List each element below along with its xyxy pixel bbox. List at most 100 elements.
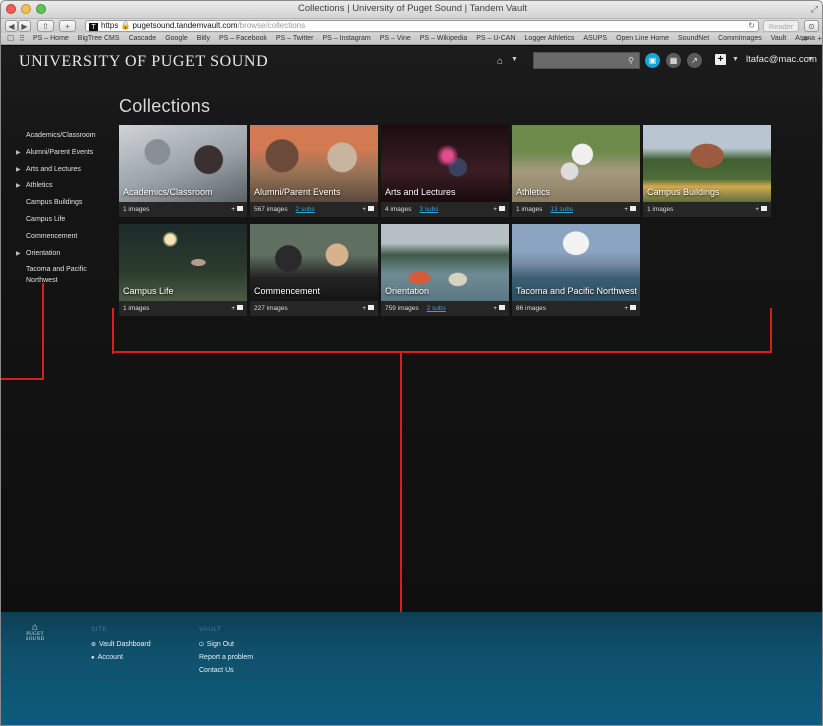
more-bookmarks-icon[interactable]: ≫ bbox=[802, 34, 810, 43]
photo-view-icon[interactable]: ▣ bbox=[645, 53, 660, 68]
grid-icon[interactable] bbox=[499, 305, 505, 310]
sidebar-item[interactable]: ▶ Orientation bbox=[13, 246, 113, 263]
search-input[interactable] bbox=[534, 55, 639, 71]
sidebar-item[interactable]: ▶ Alumni/Parent Events bbox=[13, 145, 113, 162]
bookmark-item[interactable]: Bitly bbox=[197, 35, 210, 42]
add-icon[interactable]: + bbox=[755, 206, 759, 213]
grid-icon[interactable] bbox=[368, 206, 374, 211]
collection-tile[interactable]: Commencement 227 images + bbox=[250, 224, 378, 316]
tile-actions[interactable]: + bbox=[755, 202, 767, 217]
brand-logo[interactable]: UNIVERSITY OF PUGET SOUND bbox=[19, 53, 268, 71]
report-problem-link[interactable]: Report a problem bbox=[199, 654, 253, 661]
reading-list-icon[interactable]: ☐ bbox=[7, 34, 14, 43]
tile-actions[interactable]: + bbox=[624, 301, 636, 316]
collection-thumbnail[interactable]: Arts and Lectures bbox=[381, 125, 509, 202]
add-icon[interactable]: + bbox=[493, 206, 497, 213]
grid-icon[interactable] bbox=[237, 206, 243, 211]
add-icon[interactable]: + bbox=[231, 305, 235, 312]
vault-dashboard-link[interactable]: ⊛ Vault Dashboard bbox=[91, 641, 151, 648]
tile-actions[interactable]: + bbox=[362, 202, 374, 217]
grid-icon[interactable] bbox=[368, 305, 374, 310]
bookmark-item[interactable]: PS – Facebook bbox=[219, 35, 267, 42]
grid-icon[interactable] bbox=[630, 305, 636, 310]
expand-arrow-icon[interactable]: ▶ bbox=[16, 165, 21, 176]
tile-actions[interactable]: + bbox=[493, 202, 505, 217]
add-icon[interactable]: + bbox=[624, 206, 628, 213]
sidebar-item[interactable]: Tacoma and Pacific Northwest bbox=[13, 262, 113, 286]
bookmark-item[interactable]: Open Line Home bbox=[616, 35, 669, 42]
subcollections-link[interactable]: 3 subs bbox=[419, 206, 438, 213]
expand-arrow-icon[interactable]: ▶ bbox=[16, 148, 21, 159]
expand-arrow-icon[interactable]: ▶ bbox=[16, 181, 21, 192]
chevron-down-icon[interactable]: ▼ bbox=[732, 56, 739, 63]
account-link[interactable]: ● Account bbox=[91, 654, 123, 661]
collection-tile[interactable]: Athletics 1 images 13 subs + bbox=[512, 125, 640, 217]
bookmark-item[interactable]: PS – Vine bbox=[380, 35, 411, 42]
contact-us-link[interactable]: Contact Us bbox=[199, 667, 234, 674]
chevron-down-icon[interactable]: ▼ bbox=[807, 56, 814, 63]
sidebar-item[interactable]: Academics/Classroom bbox=[13, 128, 113, 145]
sign-out-link[interactable]: ⏻ Sign Out bbox=[199, 641, 234, 649]
grid-icon[interactable] bbox=[499, 206, 505, 211]
search-icon[interactable]: ⚲ bbox=[628, 56, 634, 65]
fullscreen-icon[interactable]: ⤢ bbox=[811, 4, 818, 15]
downloads-button[interactable]: ⊙ bbox=[804, 20, 819, 32]
tile-actions[interactable]: + bbox=[624, 202, 636, 217]
chevron-down-icon[interactable]: ▼ bbox=[511, 56, 518, 63]
grid-icon[interactable] bbox=[761, 206, 767, 211]
grid-view-icon[interactable]: ▦ bbox=[666, 53, 681, 68]
reload-icon[interactable]: ↻ bbox=[748, 21, 755, 31]
add-icon[interactable]: + bbox=[493, 305, 497, 312]
address-bar[interactable]: Thttps 🔒 pugetsound.tandemvault.com/brows… bbox=[85, 20, 759, 32]
bookmark-item[interactable]: PS – U-CAN bbox=[476, 35, 515, 42]
collection-tile[interactable]: Orientation 759 images 2 subs + bbox=[381, 224, 509, 316]
add-icon[interactable]: + bbox=[362, 206, 366, 213]
bookmark-item[interactable]: PS – Instagram bbox=[323, 35, 371, 42]
sidebar-item[interactable]: Campus Life bbox=[13, 212, 113, 229]
home-icon[interactable]: ⌂ bbox=[497, 56, 503, 67]
add-icon[interactable]: + bbox=[624, 305, 628, 312]
collection-thumbnail[interactable]: Alumni/Parent Events bbox=[250, 125, 378, 202]
tile-actions[interactable]: + bbox=[231, 301, 243, 316]
add-icon[interactable]: + bbox=[231, 206, 235, 213]
add-bookmark-icon[interactable]: + bbox=[817, 34, 822, 43]
collection-tile[interactable]: Arts and Lectures 4 images 3 subs + bbox=[381, 125, 509, 217]
tile-actions[interactable]: + bbox=[231, 202, 243, 217]
reader-button[interactable]: Reader bbox=[763, 20, 799, 32]
collection-thumbnail[interactable]: Campus Life bbox=[119, 224, 247, 301]
collection-thumbnail[interactable]: Orientation bbox=[381, 224, 509, 301]
share-button[interactable]: ⇧ bbox=[37, 20, 54, 32]
add-icon[interactable]: + bbox=[362, 305, 366, 312]
bookmark-item[interactable]: Google bbox=[165, 35, 188, 42]
collection-thumbnail[interactable]: Academics/Classroom bbox=[119, 125, 247, 202]
bookmark-item[interactable]: PS – Home bbox=[33, 35, 69, 42]
sidebar-item[interactable]: ▶ Arts and Lectures bbox=[13, 162, 113, 179]
bookmark-item[interactable]: PS – Twitter bbox=[276, 35, 314, 42]
top-sites-icon[interactable]: ⠿ bbox=[19, 34, 25, 43]
bookmark-item[interactable]: ASUPS bbox=[583, 35, 607, 42]
grid-icon[interactable] bbox=[630, 206, 636, 211]
bookmark-item[interactable]: SoundNet bbox=[678, 35, 709, 42]
expand-arrow-icon[interactable]: ▶ bbox=[16, 249, 21, 260]
bookmark-item[interactable]: BigTree CMS bbox=[78, 35, 120, 42]
sidebar-item[interactable]: Campus Buildings bbox=[13, 195, 113, 212]
bookmark-item[interactable]: CommImages bbox=[718, 35, 762, 42]
bookmark-item[interactable]: Cascade bbox=[129, 35, 157, 42]
collection-thumbnail[interactable]: Athletics bbox=[512, 125, 640, 202]
collection-tile[interactable]: Alumni/Parent Events 567 images 2 subs + bbox=[250, 125, 378, 217]
collection-tile[interactable]: Campus Buildings 1 images + bbox=[643, 125, 771, 217]
collection-thumbnail[interactable]: Tacoma and Pacific Northwest bbox=[512, 224, 640, 301]
tile-actions[interactable]: + bbox=[493, 301, 505, 316]
back-button[interactable]: ◀ bbox=[5, 20, 18, 32]
bookmark-item[interactable]: PS – Wikipedia bbox=[420, 35, 467, 42]
subcollections-link[interactable]: 2 subs bbox=[427, 305, 446, 312]
grid-icon[interactable] bbox=[237, 305, 243, 310]
share-icon[interactable]: ↗ bbox=[687, 53, 702, 68]
sidebar-item[interactable]: Commencement bbox=[13, 229, 113, 246]
collection-thumbnail[interactable]: Commencement bbox=[250, 224, 378, 301]
subcollections-link[interactable]: 2 subs bbox=[296, 206, 315, 213]
footer-logo[interactable]: ⌂ PUGET SOUND bbox=[23, 623, 47, 643]
new-tab-button[interactable]: + bbox=[59, 20, 76, 32]
forward-button[interactable]: ▶ bbox=[18, 20, 31, 32]
collection-tile[interactable]: Academics/Classroom 1 images + bbox=[119, 125, 247, 217]
